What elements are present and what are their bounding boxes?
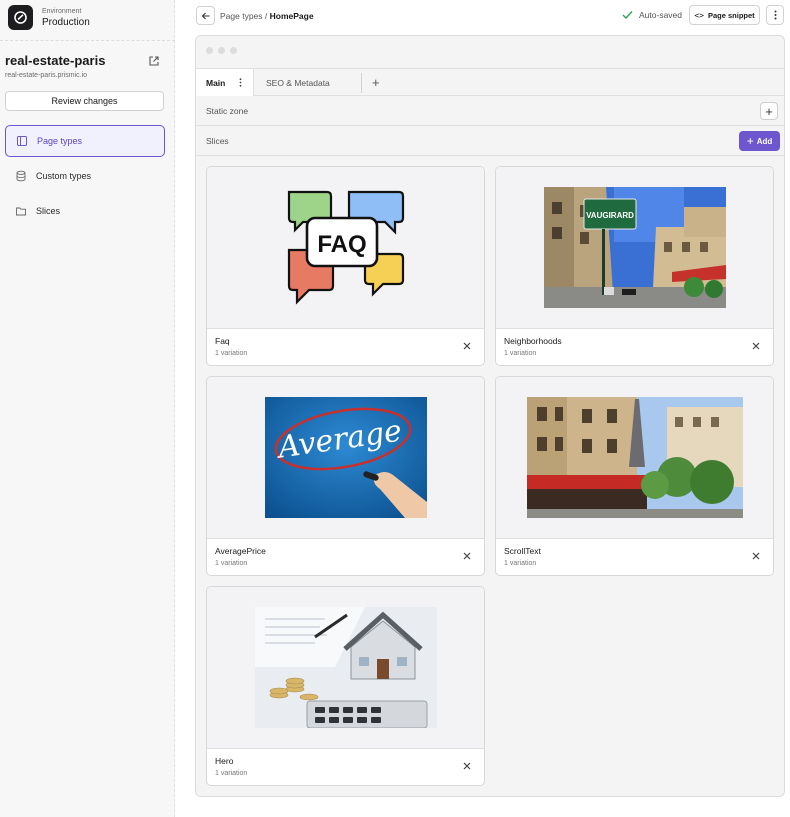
slice-variations: 1 variation [504,350,537,357]
house-coins-calculator-photo-icon [254,607,437,728]
remove-slice-icon[interactable] [750,550,762,562]
review-changes-button[interactable]: Review changes [5,91,164,111]
slice-thumbnail [207,587,484,749]
folder-icon [16,207,26,216]
sidebar-item-slices[interactable]: Slices [5,195,165,227]
slice-name: AveragePrice [215,546,266,556]
sidebar-item-label: Slices [36,206,61,216]
back-button[interactable] [196,6,215,25]
slice-thumbnail: FAQ [207,167,484,329]
slice-name: Faq [215,336,230,346]
add-tab-button[interactable]: + [372,75,380,90]
slices-label: Slices [206,136,229,146]
remove-slice-icon[interactable] [461,340,473,352]
check-icon [622,11,633,20]
arrow-left-icon [201,12,209,19]
paris-eiffel-photo-icon [526,397,743,518]
average-board-photo-icon: Average [264,397,427,518]
tab-seo-metadata[interactable]: SEO & Metadata [266,69,330,96]
environment-label: Environment [42,7,82,15]
slice-name: ScrollText [504,546,541,556]
slice-variations: 1 variation [215,350,248,357]
slice-variations: 1 variation [215,560,248,567]
tab-main-label: Main [206,77,226,88]
tab-options-icon[interactable] [239,78,242,87]
breadcrumb-parent[interactable]: Page types / [220,11,270,21]
prismic-logo-icon [8,5,33,30]
plus-icon: + [746,134,754,148]
kebab-menu-icon [774,10,776,20]
slice-card-hero[interactable]: Hero 1 variation [206,586,485,786]
slice-name: Hero [215,756,234,766]
slice-thumbnail [496,377,773,539]
tab-main[interactable]: Main [196,69,254,96]
slice-card-neighborhoods[interactable]: VAUGIRARD Neighborhoods 1 variation [495,166,774,366]
more-options-button[interactable] [766,5,784,25]
add-slice-label: Add [756,136,773,146]
database-icon [16,170,26,182]
slice-card-faq[interactable]: FAQ Faq 1 variation [206,166,485,366]
slice-card-scrolltext[interactable]: ScrollText 1 variation [495,376,774,576]
page-snippet-button[interactable]: <> Page snippet [689,5,760,25]
remove-slice-icon[interactable] [750,340,762,352]
sidebar-divider [0,40,175,41]
slice-thumbnail: Average [207,377,484,539]
remove-slice-icon[interactable] [461,550,473,562]
window-dots [206,47,237,54]
breadcrumb: Page types / HomePage [220,11,314,21]
code-icon: <> [694,10,704,20]
slice-thumbnail: VAUGIRARD [496,167,773,329]
page-types-icon [17,136,27,146]
add-slice-button[interactable]: + Add [739,131,780,151]
repository-name: real-estate-paris [5,53,106,68]
sidebar: Environment Production real-estate-paris… [0,0,175,817]
breadcrumb-current: HomePage [269,11,314,21]
svg-text:VAUGIRARD: VAUGIRARD [586,211,634,220]
remove-slice-icon[interactable] [461,760,473,772]
page-snippet-label: Page snippet [707,10,755,20]
sidebar-item-custom-types[interactable]: Custom types [5,160,165,192]
sidebar-item-label: Custom types [36,171,92,181]
svg-text:FAQ: FAQ [317,231,366,258]
faq-illustration-icon: FAQ [287,190,404,305]
static-zone-label: Static zone [206,106,249,116]
tab-separator [361,73,362,93]
repository-url: real-estate-paris.prismic.io [5,72,88,79]
slices-row: Slices + Add [196,126,784,156]
editor-panel: Main SEO & Metadata + Static zone + Slic… [195,35,785,797]
slice-variations: 1 variation [504,560,537,567]
static-zone-row: Static zone + [196,96,784,126]
tabs-bar: Main SEO & Metadata + [196,68,784,96]
add-static-field-button[interactable]: + [760,102,778,120]
paris-street-photo-icon: VAUGIRARD [543,187,726,308]
environment-value: Production [42,16,90,28]
slice-name: Neighborhoods [504,336,562,346]
sidebar-item-page-types[interactable]: Page types [5,125,165,157]
sidebar-item-label: Page types [37,136,83,146]
external-link-icon[interactable] [148,55,160,67]
save-status-text: Auto-saved [639,10,682,20]
environment-switcher[interactable]: Environment Production [8,5,90,30]
slice-card-averageprice[interactable]: Average AveragePrice 1 variation [206,376,485,576]
save-status: Auto-saved [622,10,682,20]
slice-variations: 1 variation [215,770,248,777]
